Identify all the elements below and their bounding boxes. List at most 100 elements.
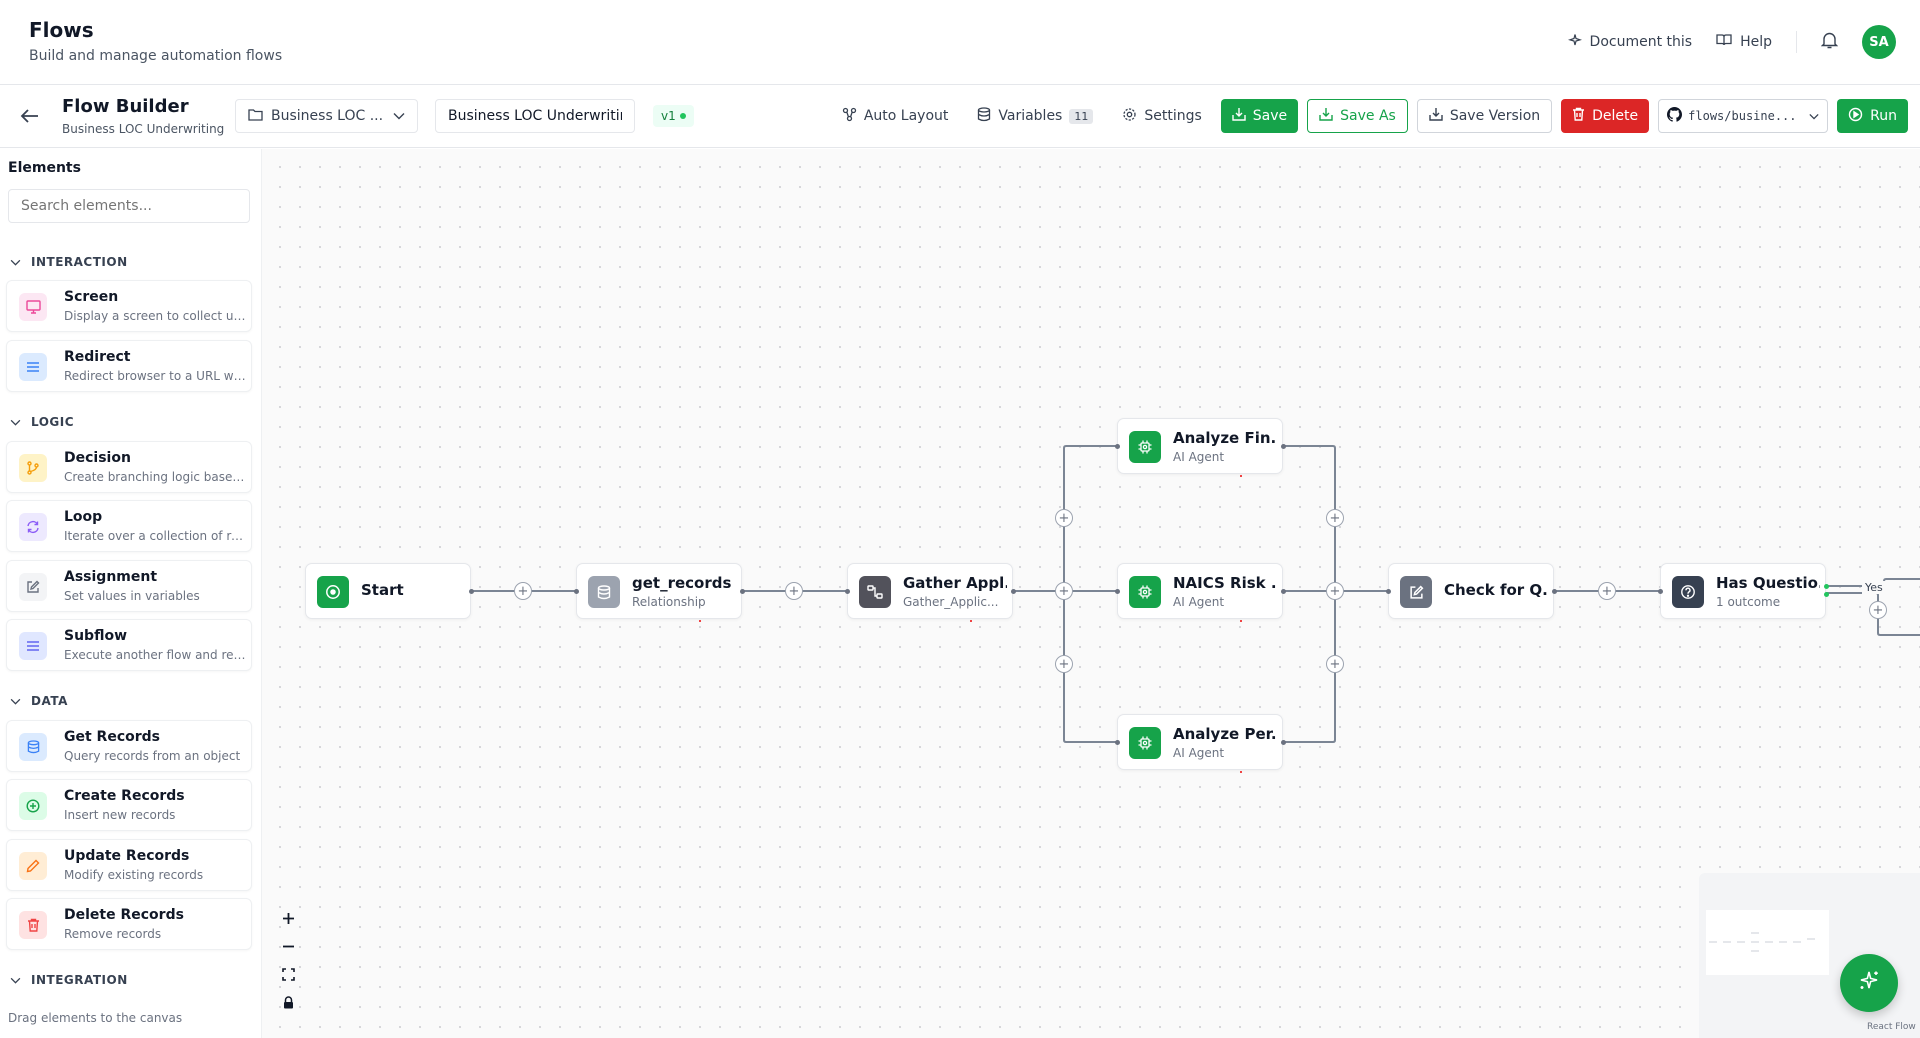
node-input-handle[interactable] [574, 589, 579, 594]
node-output-handle-yes[interactable] [1824, 584, 1829, 589]
chevron-down-icon [1809, 109, 1819, 123]
repo-select[interactable]: flows/busine... [1658, 99, 1829, 133]
element-get-records[interactable]: Get Records Query records from an object [6, 720, 252, 772]
element-screen[interactable]: Screen Display a screen to collect us... [6, 280, 252, 332]
save-version-label: Save Version [1449, 108, 1541, 124]
node-output-handle[interactable] [469, 589, 474, 594]
element-title: Delete Records [64, 907, 184, 923]
node-subtitle: AI Agent [1173, 595, 1225, 609]
element-delete-records[interactable]: Delete Records Remove records [6, 898, 252, 950]
flow-node-start[interactable]: Start [305, 563, 474, 619]
flow-node-check-for-questions[interactable]: Check for Q... [1386, 563, 1557, 619]
add-node-button[interactable]: + [1869, 601, 1887, 619]
save-version-button[interactable]: Save Version [1416, 99, 1553, 133]
list-icon [19, 632, 47, 660]
flow-canvas[interactable]: + + + + + + + + + + Yes Start get_record… [262, 149, 1920, 1038]
element-title: Create Records [64, 788, 185, 804]
element-redirect[interactable]: Redirect Redirect browser to a URL wi... [6, 340, 252, 392]
sparkles-icon [1857, 969, 1881, 997]
bell-icon[interactable] [1820, 31, 1839, 53]
delete-button[interactable]: Delete [1561, 99, 1650, 133]
node-input-handle[interactable] [845, 589, 850, 594]
status-dot [679, 113, 686, 119]
element-title: Subflow [64, 628, 127, 644]
flow-node-analyze-financials[interactable]: Analyze Fin... AI Agent [1115, 418, 1286, 477]
fit-view-button[interactable] [278, 965, 298, 983]
page-title: Flows [29, 18, 94, 42]
add-node-button[interactable]: + [785, 582, 803, 600]
node-output-handle[interactable] [1552, 589, 1557, 594]
add-node-button[interactable]: + [1326, 509, 1344, 527]
node-input-handle[interactable] [1658, 589, 1663, 594]
node-input-handle[interactable] [1115, 444, 1120, 449]
element-create-records[interactable]: Create Records Insert new records [6, 779, 252, 831]
transform-icon [859, 576, 891, 608]
add-node-button[interactable]: + [1055, 509, 1073, 527]
folder-select[interactable]: Business LOC ... [235, 99, 418, 133]
back-arrow-icon[interactable] [18, 104, 42, 128]
lock-icon[interactable] [278, 993, 298, 1011]
minimap-node [1765, 941, 1773, 943]
help-button[interactable]: Help [1716, 33, 1772, 51]
save-as-button[interactable]: Save As [1307, 99, 1408, 133]
ai-assistant-button[interactable] [1840, 954, 1898, 1012]
auto-layout-label: Auto Layout [863, 108, 949, 124]
category-interaction[interactable]: INTERACTION [10, 255, 128, 269]
element-update-records[interactable]: Update Records Modify existing records [6, 839, 252, 891]
elements-sidebar: Elements INTERACTION Screen Display a sc… [0, 149, 262, 1038]
run-button[interactable]: Run [1837, 99, 1908, 133]
node-title: Start [361, 581, 404, 599]
node-input-handle[interactable] [1115, 740, 1120, 745]
category-data[interactable]: DATA [10, 694, 68, 708]
node-title: Gather Appl... [903, 574, 1007, 592]
node-output-handle[interactable] [740, 589, 745, 594]
zoom-in-button[interactable] [278, 909, 298, 927]
node-input-handle[interactable] [1386, 589, 1391, 594]
edge-label-yes: Yes [1862, 581, 1886, 594]
add-node-button[interactable]: + [1326, 582, 1344, 600]
zoom-out-button[interactable] [278, 937, 298, 955]
minimap[interactable] [1699, 873, 1920, 1038]
add-node-button[interactable]: + [1055, 655, 1073, 673]
add-node-button[interactable]: + [1598, 582, 1616, 600]
node-output-handle[interactable] [1281, 740, 1286, 745]
node-output-handle-default[interactable] [1824, 592, 1829, 597]
chevron-down-icon [10, 419, 21, 426]
flow-node-naics-risk[interactable]: NAICS Risk ... AI Agent [1115, 563, 1286, 622]
element-desc: Remove records [64, 927, 162, 941]
element-assignment[interactable]: Assignment Set values in variables [6, 560, 252, 612]
flow-node-analyze-personal[interactable]: Analyze Per... AI Agent [1115, 714, 1286, 773]
node-input-handle[interactable] [1115, 589, 1120, 594]
flow-name-input[interactable] [435, 99, 635, 133]
ai-chip-icon [1129, 431, 1161, 463]
settings-button[interactable]: Settings [1112, 99, 1211, 133]
header-actions: Document this Help SA [1567, 24, 1896, 60]
category-integration[interactable]: INTEGRATION [10, 973, 128, 987]
avatar[interactable]: SA [1862, 25, 1896, 59]
add-node-button[interactable]: + [1055, 582, 1073, 600]
category-logic[interactable]: LOGIC [10, 415, 74, 429]
add-node-button[interactable]: + [1326, 655, 1344, 673]
node-output-handle[interactable] [1281, 589, 1286, 594]
node-output-handle[interactable] [1281, 444, 1286, 449]
node-output-handle[interactable] [1011, 589, 1016, 594]
sparkle-icon [1567, 33, 1582, 51]
flow-node-has-questions[interactable]: Has Questio... 1 outcome [1658, 563, 1829, 619]
pencil-square-icon [1400, 576, 1432, 608]
react-flow-attribution[interactable]: React Flow [1867, 1022, 1916, 1032]
auto-layout-button[interactable]: Auto Layout [832, 99, 959, 133]
element-desc: Query records from an object [64, 749, 241, 763]
save-button[interactable]: Save [1220, 99, 1299, 133]
element-subflow[interactable]: Subflow Execute another flow and ret... [6, 619, 252, 671]
variables-button[interactable]: Variables 11 [967, 99, 1103, 133]
element-loop[interactable]: Loop Iterate over a collection of re... [6, 500, 252, 552]
page-subtitle: Build and manage automation flows [29, 48, 283, 64]
add-node-button[interactable]: + [514, 582, 532, 600]
element-decision[interactable]: Decision Create branching logic based... [6, 441, 252, 493]
chevron-down-icon [393, 108, 405, 124]
flow-node-get-records[interactable]: get_records Relationship [574, 563, 745, 622]
flow-node-gather-application[interactable]: Gather Appl... Gather_Applic... [845, 563, 1016, 622]
error-marker [1240, 620, 1242, 622]
search-input[interactable] [8, 189, 250, 223]
document-this-button[interactable]: Document this [1567, 33, 1692, 51]
